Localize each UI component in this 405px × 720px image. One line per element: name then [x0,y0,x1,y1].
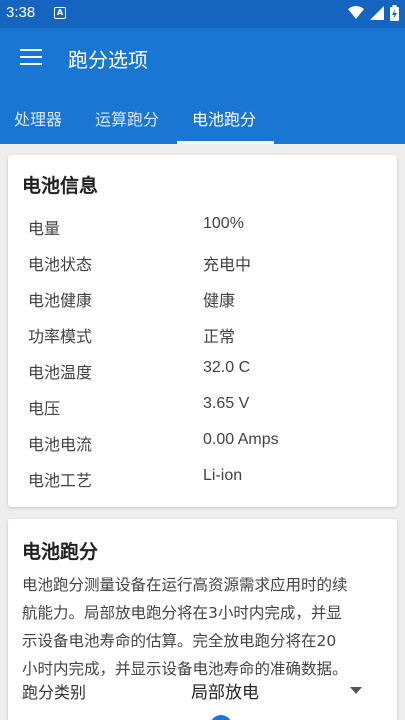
info-label: 电量 [28,219,61,238]
info-row-level: 电量 100% [28,215,388,251]
info-value: 100% [203,215,244,232]
hamburger-menu-icon[interactable] [20,49,42,67]
info-label: 电池状态 [28,255,93,274]
info-row-voltage: 电压 3.65 V [28,395,388,431]
info-value: 充电中 [203,255,252,274]
info-row-temperature: 电池温度 32.0 C [28,359,388,395]
app-bar: 跑分选项 [0,28,405,88]
battery-info-title: 电池信息 [22,175,99,197]
info-value: 32.0 C [203,359,251,376]
info-row-power-mode: 功率模式 正常 [28,323,388,359]
active-tab-indicator [177,141,274,144]
battery-benchmark-card: 电池跑分 电池跑分测量设备在运行高资源需求应用时的续 航能力。局部放电跑分将在3… [8,519,397,720]
info-label: 电压 [28,399,61,418]
status-bar: 3:38 A [0,0,405,28]
next-row-label: ㅡ [22,713,37,720]
description-line: 示设备电池寿命的估算。完全放电跑分将在20 [22,632,337,650]
info-value: 0.00 Amps [203,431,279,448]
notification-icon: A [54,7,66,19]
status-icons [348,5,399,21]
tab-battery-benchmark[interactable]: 电池跑分 [192,106,256,130]
benchmark-type-label: 跑分类别 [22,683,87,702]
info-label: 电池健康 [28,291,93,310]
info-value: 健康 [203,291,236,310]
description-line: 电池跑分测量设备在运行高资源需求应用时的续 [22,576,348,594]
info-row-technology: 电池工艺 Li-ion [28,467,388,503]
status-time: 3:38 [6,4,36,21]
info-value: 3.65 V [203,395,250,412]
wifi-icon [348,6,364,19]
signal-icon [370,6,384,20]
tab-bar: 处理器 运算跑分 电池跑分 [0,88,405,144]
toggle-thumb[interactable] [210,715,232,720]
info-row-health: 电池健康 健康 [28,287,388,323]
battery-info-card: 电池信息 电量 100% 电池状态 充电中 电池健康 健康 功率模式 正常 电池… [8,155,397,507]
tab-compute-benchmark[interactable]: 运算跑分 [95,106,159,130]
info-label: 电池工艺 [28,471,93,490]
info-row-current: 电池电流 0.00 Amps [28,431,388,467]
tab-processor[interactable]: 处理器 [14,106,62,130]
benchmark-description: 电池跑分测量设备在运行高资源需求应用时的续 航能力。局部放电跑分将在3小时内完成… [22,571,388,683]
dropdown-arrow-icon[interactable] [350,687,362,694]
battery-benchmark-title: 电池跑分 [22,541,99,563]
info-label: 电池电流 [28,435,93,454]
info-label: 电池温度 [28,363,93,382]
info-value: Li-ion [203,467,243,484]
description-line: 航能力。局部放电跑分将在3小时内完成，并显 [22,604,342,622]
battery-charging-icon [390,5,399,21]
benchmark-type-select[interactable]: 局部放电 [191,678,259,703]
info-row-status: 电池状态 充电中 [28,251,388,287]
page-title: 跑分选项 [68,48,148,72]
info-value: 正常 [203,327,236,346]
info-label: 功率模式 [28,327,93,346]
